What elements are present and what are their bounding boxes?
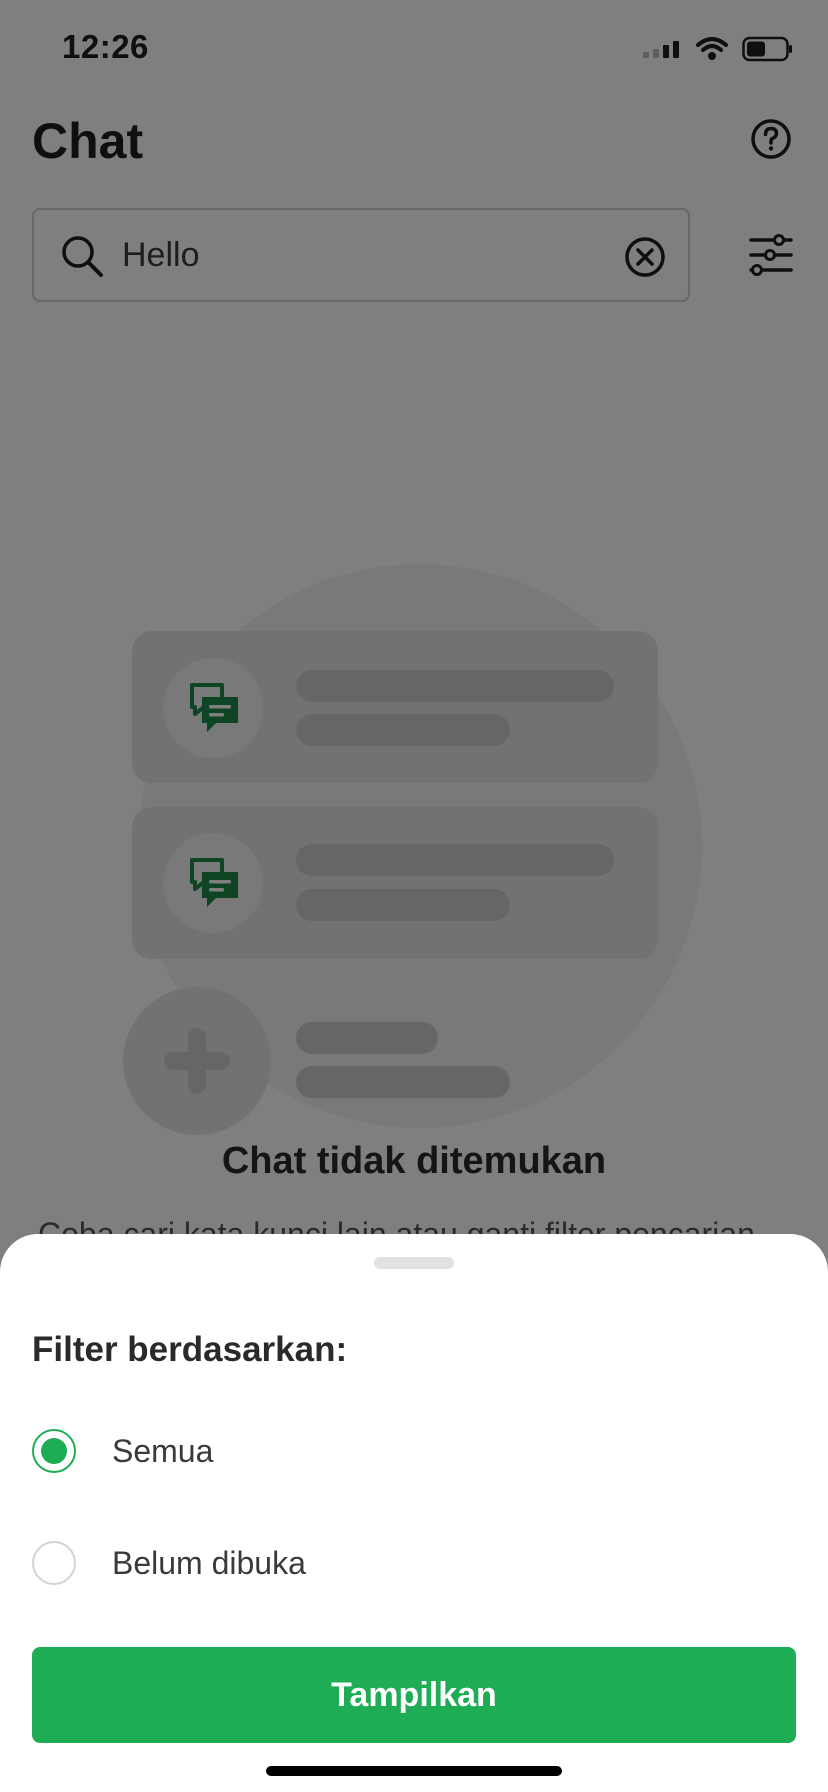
- filter-option-label: Belum dibuka: [112, 1544, 306, 1581]
- show-results-button[interactable]: Tampilkan: [32, 1647, 796, 1743]
- radio-button-selected[interactable]: [32, 1429, 76, 1473]
- home-indicator: [266, 1766, 562, 1776]
- filter-bottom-sheet: Filter berdasarkan: Semua Belum dibuka T…: [0, 1234, 828, 1792]
- filter-option-belum-dibuka[interactable]: Belum dibuka: [32, 1533, 792, 1593]
- sheet-drag-handle[interactable]: [374, 1257, 454, 1269]
- filter-sheet-title: Filter berdasarkan:: [32, 1330, 348, 1369]
- filter-option-label: Semua: [112, 1432, 214, 1469]
- radio-button[interactable]: [32, 1541, 76, 1585]
- filter-option-semua[interactable]: Semua: [32, 1421, 792, 1481]
